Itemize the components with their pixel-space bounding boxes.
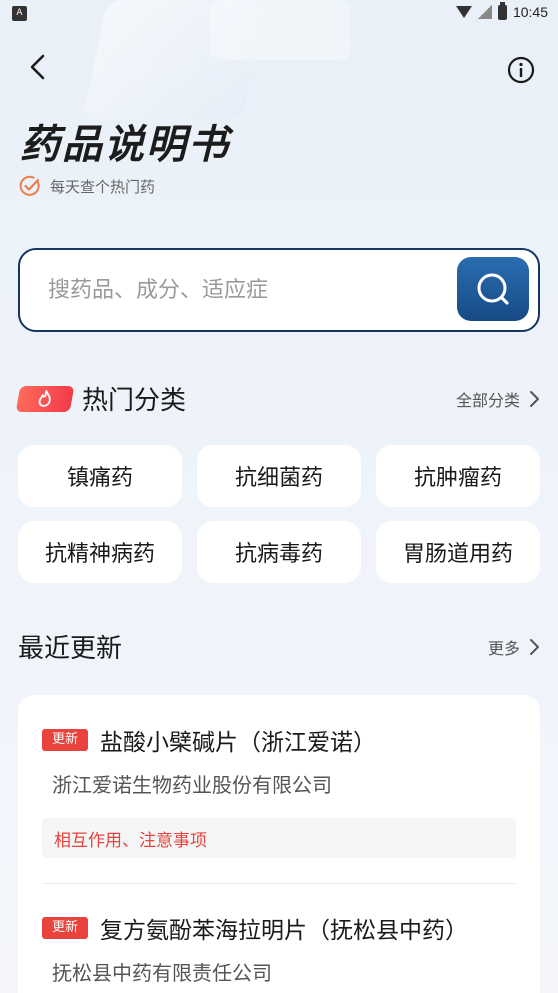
wifi-icon xyxy=(455,6,472,18)
category-analgesic[interactable]: 镇痛药 xyxy=(18,445,182,507)
hot-categories-title: 热门分类 xyxy=(82,386,187,416)
more-link[interactable]: 更多 xyxy=(488,635,540,659)
category-antiviral[interactable]: 抗病毒药 xyxy=(197,521,361,583)
list-item[interactable]: 更新 盐酸小檗碱片（浙江爱诺） 浙江爱诺生物药业股份有限公司 相互作用、注意事项 xyxy=(42,723,516,858)
list-item[interactable]: 更新 复方氨酚苯海拉明片（抚松县中药） 抚松县中药有限责任公司 xyxy=(42,911,516,986)
category-antitumor[interactable]: 抗肿瘤药 xyxy=(376,445,540,507)
update-tags: 相互作用、注意事项 xyxy=(42,818,516,858)
page-subtitle: 每天查个热门药 xyxy=(18,174,155,198)
search-bar xyxy=(18,248,540,332)
subtitle-text: 每天查个热门药 xyxy=(50,177,156,196)
recent-updates-header: 最近更新 更多 xyxy=(18,628,540,665)
status-time: 10:45 xyxy=(512,4,548,20)
search-icon xyxy=(477,273,509,305)
item-title-row: 更新 复方氨酚苯海拉明片（抚松县中药） xyxy=(42,911,516,945)
check-circle-icon xyxy=(19,175,40,196)
search-button[interactable] xyxy=(457,257,529,321)
fire-icon xyxy=(38,389,51,407)
status-bar: A 10:45 xyxy=(0,0,558,30)
back-button[interactable] xyxy=(24,52,54,82)
update-badge: 更新 xyxy=(42,917,89,939)
category-grid: 镇痛药 抗细菌药 抗肿瘤药 抗精神病药 抗病毒药 胃肠道用药 xyxy=(18,445,540,583)
divider xyxy=(42,883,516,884)
hot-categories-title-group: 热门分类 xyxy=(15,380,187,417)
chevron-right-icon xyxy=(530,390,539,407)
update-badge: 更新 xyxy=(42,729,89,751)
status-icons: 10:45 xyxy=(455,1,548,20)
battery-icon xyxy=(497,1,507,20)
all-categories-label: 全部分类 xyxy=(455,390,520,410)
drug-name: 盐酸小檗碱片（浙江爱诺） xyxy=(100,730,377,756)
info-icon xyxy=(507,56,535,84)
recent-updates-title: 最近更新 xyxy=(18,634,123,664)
company-name: 浙江爱诺生物药业股份有限公司 xyxy=(52,773,332,797)
info-button[interactable] xyxy=(506,55,536,85)
drug-name: 复方氨酚苯海拉明片（抚松县中药） xyxy=(100,918,469,944)
all-categories-link[interactable]: 全部分类 xyxy=(456,387,540,411)
category-gastrointestinal[interactable]: 胃肠道用药 xyxy=(376,521,540,583)
item-title-row: 更新 盐酸小檗碱片（浙江爱诺） xyxy=(42,723,516,757)
more-label: 更多 xyxy=(487,638,520,658)
app-notification-icon: A xyxy=(12,6,27,21)
chevron-right-icon xyxy=(530,638,539,655)
page-title: 药品说明书 xyxy=(20,121,230,168)
hot-categories-header: 热门分类 全部分类 xyxy=(15,380,540,417)
fire-badge xyxy=(15,385,75,412)
company-name: 抚松县中药有限责任公司 xyxy=(52,961,272,985)
category-antibacterial[interactable]: 抗细菌药 xyxy=(197,445,361,507)
search-input[interactable] xyxy=(48,272,438,308)
recent-updates-card: 更新 盐酸小檗碱片（浙江爱诺） 浙江爱诺生物药业股份有限公司 相互作用、注意事项… xyxy=(18,695,540,993)
signal-icon xyxy=(477,5,492,19)
category-antipsychotic[interactable]: 抗精神病药 xyxy=(18,521,182,583)
chevron-left-icon xyxy=(30,54,45,80)
